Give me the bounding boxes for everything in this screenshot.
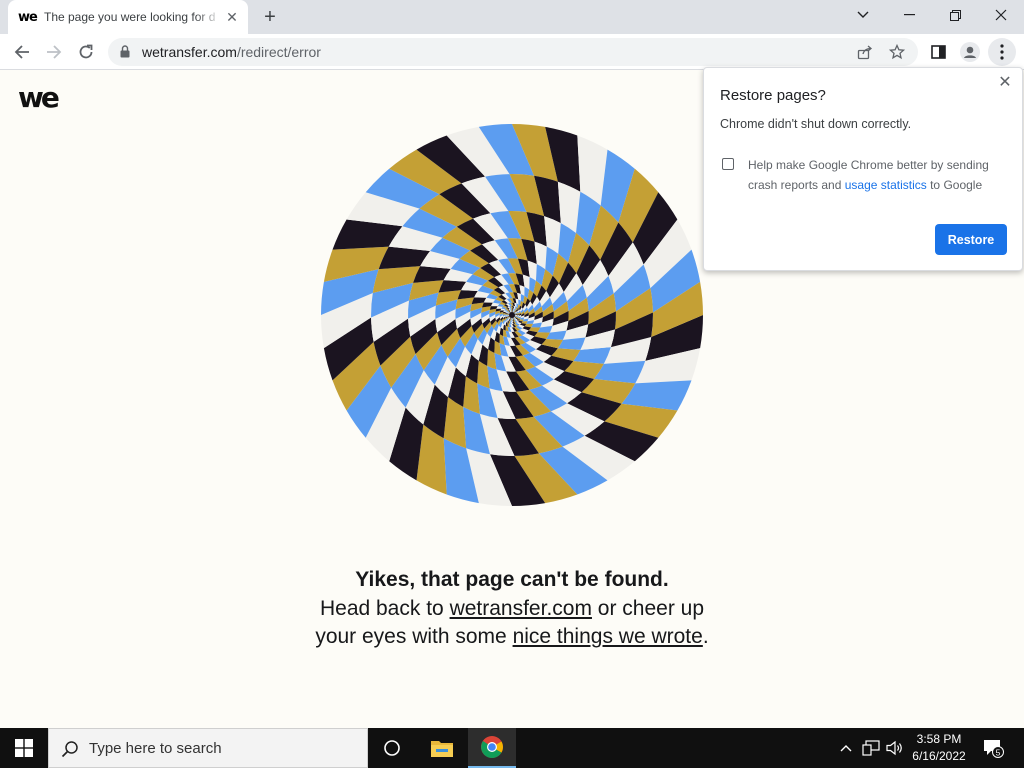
file-explorer-icon[interactable] — [418, 728, 466, 768]
dialog-subtitle: Chrome didn't shut down correctly. — [720, 117, 912, 131]
taskbar-clock[interactable]: 3:58 PM 6/16/2022 — [900, 731, 978, 765]
profile-icon[interactable] — [956, 38, 984, 66]
side-panel-icon[interactable] — [924, 38, 952, 66]
chrome-taskbar-icon[interactable] — [468, 728, 516, 768]
search-placeholder: Type here to search — [89, 740, 222, 757]
notification-count: 5 — [996, 747, 1001, 757]
wetransfer-home-link[interactable]: wetransfer.com — [450, 597, 592, 620]
show-hidden-icons-chevron-icon[interactable] — [836, 728, 856, 768]
tab-title: The page you were looking for d — [44, 10, 216, 24]
clock-date: 6/16/2022 — [912, 749, 966, 763]
error-heading: Yikes, that page can't be found. — [355, 568, 669, 591]
tab-search-icon[interactable] — [840, 0, 886, 30]
crash-report-checkbox[interactable] — [722, 158, 734, 170]
task-view-icon[interactable] — [368, 728, 416, 768]
dialog-title: Restore pages? — [720, 87, 826, 104]
address-bar[interactable]: wetransfer.com/redirect/error — [108, 38, 918, 66]
browser-titlebar: we The page you were looking for d ✕ + — [0, 0, 1024, 34]
notifications-icon[interactable]: 5 — [978, 728, 1008, 768]
error-message: Yikes, that page can't be found. Head ba… — [312, 566, 712, 652]
crash-report-label: Help make Google Chrome better by sendin… — [748, 158, 989, 192]
browser-toolbar: wetransfer.com/redirect/error — [0, 34, 1024, 70]
chrome-icon — [481, 736, 503, 758]
spiral-center — [509, 312, 515, 318]
restore-pages-dialog: Restore pages? ✕ Chrome didn't shut down… — [703, 67, 1023, 271]
taskbar-search-box[interactable]: Type here to search — [48, 728, 368, 768]
reload-button[interactable] — [72, 38, 100, 66]
forward-button[interactable] — [40, 38, 68, 66]
spiral-illusion-image — [321, 124, 703, 506]
network-icon[interactable] — [860, 728, 882, 768]
new-tab-button[interactable]: + — [258, 5, 282, 29]
reload-icon — [79, 44, 93, 59]
share-icon[interactable] — [856, 43, 874, 61]
nice-things-link[interactable]: nice things we wrote — [513, 625, 703, 648]
star-icon[interactable] — [888, 43, 906, 61]
error-text-prefix: Head back to — [319, 596, 450, 620]
tab-close-icon[interactable]: ✕ — [224, 9, 240, 25]
windows-taskbar: Type here to search 3:58 PM 6/16/2022 5 — [0, 728, 1024, 768]
start-button[interactable] — [0, 728, 48, 768]
usage-statistics-link[interactable]: usage statistics — [845, 178, 927, 192]
browser-tab[interactable]: we The page you were looking for d ✕ — [8, 0, 248, 34]
clock-time: 3:58 PM — [916, 732, 962, 746]
windows-logo-icon — [15, 739, 33, 757]
search-icon — [61, 741, 78, 758]
kebab-menu-icon[interactable] — [988, 38, 1016, 66]
dialog-close-icon[interactable]: ✕ — [997, 75, 1013, 91]
arrow-left-icon — [14, 45, 29, 59]
restore-button[interactable]: Restore — [935, 224, 1007, 255]
arrow-right-icon — [47, 45, 62, 59]
lock-icon — [120, 45, 130, 58]
url-text: wetransfer.com/redirect/error — [142, 44, 321, 60]
wetransfer-favicon-icon: we — [18, 9, 38, 25]
restore-window-icon[interactable] — [932, 0, 978, 30]
back-button[interactable] — [8, 38, 36, 66]
minimize-icon[interactable] — [886, 0, 932, 30]
close-window-icon[interactable] — [978, 0, 1024, 30]
wetransfer-logo[interactable]: we — [18, 84, 60, 112]
